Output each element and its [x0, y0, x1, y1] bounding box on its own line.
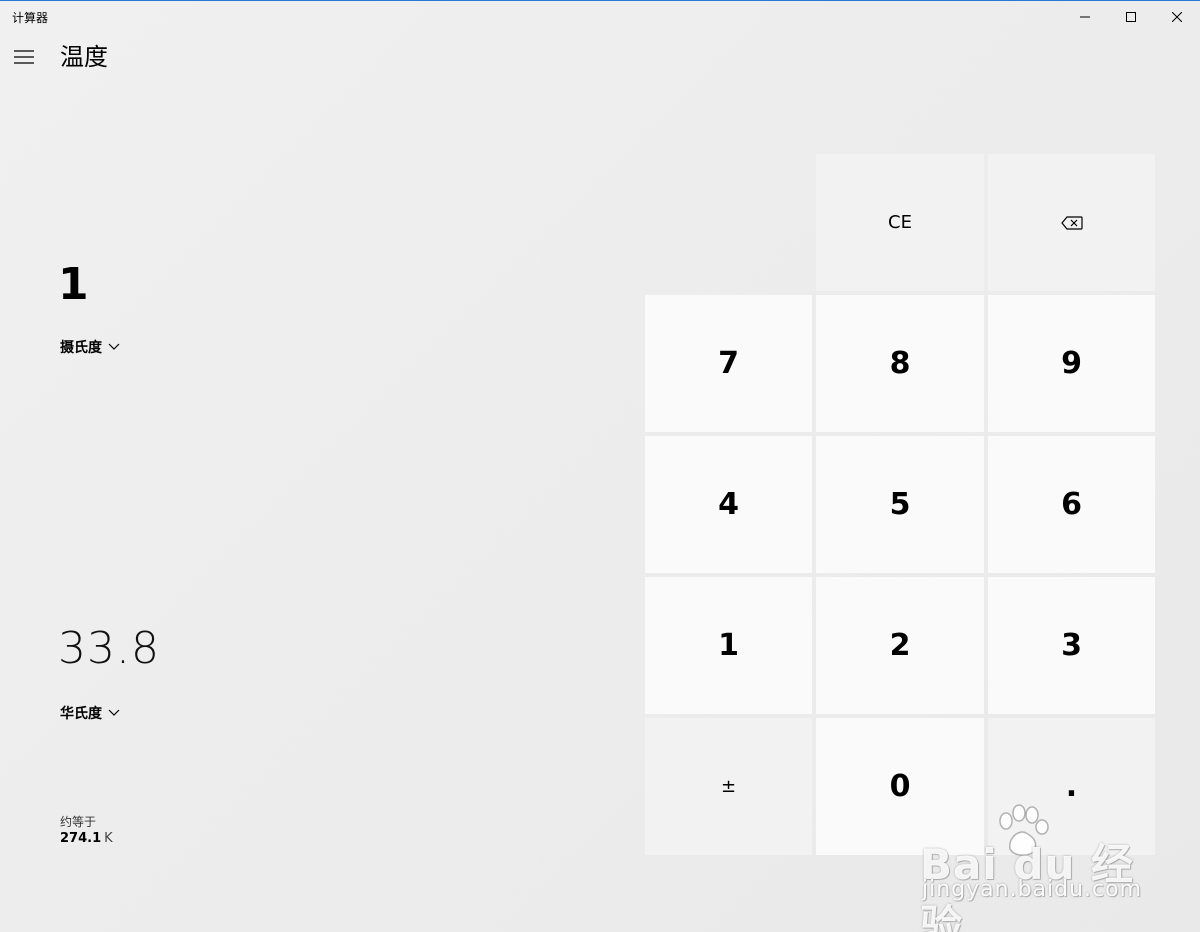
maximize-icon — [1126, 12, 1136, 22]
digit-1-button[interactable]: 1 — [645, 577, 812, 714]
digit-0-button[interactable]: 0 — [816, 718, 984, 855]
negate-button[interactable]: ± — [645, 718, 812, 855]
watermark-url: jingyan.baidu.com — [922, 877, 1143, 902]
calculator-window: 计算器 温度 1 摄氏度 33.8 华氏度 约等于 274.1 K CE 7 8… — [0, 0, 1200, 932]
input-value[interactable]: 1 — [58, 257, 89, 313]
digit-9-button[interactable]: 9 — [988, 295, 1155, 432]
chevron-down-icon — [108, 709, 120, 716]
output-value[interactable]: 33.8 — [58, 621, 160, 677]
from-unit-dropdown[interactable]: 摄氏度 — [60, 335, 120, 359]
hamburger-menu-icon — [14, 50, 34, 64]
digit-8-button[interactable]: 8 — [816, 295, 984, 432]
backspace-button[interactable] — [988, 154, 1155, 291]
digit-4-button[interactable]: 4 — [645, 436, 812, 573]
clear-entry-button[interactable]: CE — [816, 154, 984, 291]
from-unit-label: 摄氏度 — [60, 340, 102, 356]
approx-number: 274.1 — [60, 831, 102, 846]
approx-value: 274.1 K — [60, 831, 113, 846]
digit-5-button[interactable]: 5 — [816, 436, 984, 573]
mode-title: 温度 — [60, 43, 108, 71]
to-unit-dropdown[interactable]: 华氏度 — [60, 701, 120, 725]
digit-3-button[interactable]: 3 — [988, 577, 1155, 714]
digit-6-button[interactable]: 6 — [988, 436, 1155, 573]
digit-2-button[interactable]: 2 — [816, 577, 984, 714]
backspace-icon — [1060, 215, 1083, 230]
minimize-icon — [1080, 16, 1090, 18]
to-unit-label: 华氏度 — [60, 706, 102, 722]
app-title: 计算器 — [12, 11, 49, 25]
navigation-menu-button[interactable] — [8, 41, 40, 73]
maximize-button[interactable] — [1108, 1, 1154, 33]
digit-7-button[interactable]: 7 — [645, 295, 812, 432]
minimize-button[interactable] — [1062, 1, 1108, 33]
close-button[interactable] — [1154, 1, 1200, 33]
title-bar: 计算器 — [0, 1, 1200, 33]
close-icon — [1172, 12, 1182, 22]
chevron-down-icon — [108, 343, 120, 350]
decimal-button[interactable]: . — [988, 718, 1155, 855]
approx-label: 约等于 — [60, 815, 97, 829]
approx-unit: K — [104, 831, 113, 846]
